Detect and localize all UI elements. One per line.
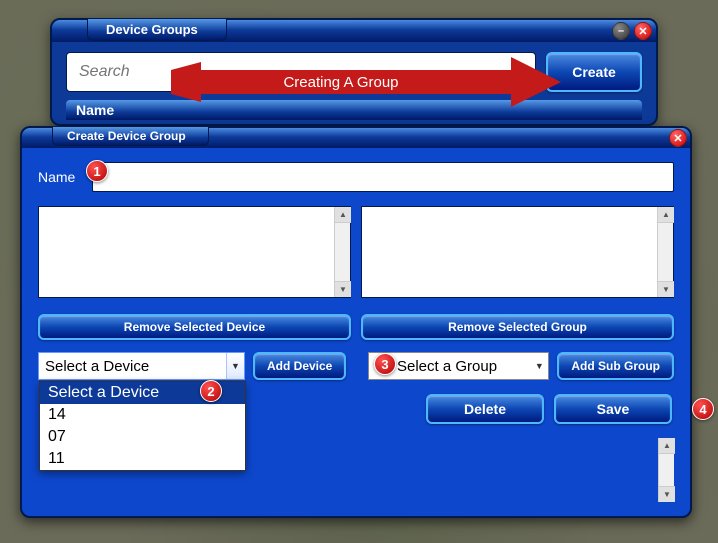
window-title: Create Device Group xyxy=(52,127,209,146)
close-button[interactable]: ✕ xyxy=(634,22,652,40)
chevron-down-icon: ▼ xyxy=(226,353,244,379)
add-device-button[interactable]: Add Device xyxy=(253,352,346,380)
create-button[interactable]: Create xyxy=(546,52,642,92)
remove-selected-device-button[interactable]: Remove Selected Device xyxy=(38,314,351,340)
device-select[interactable]: Select a Device ▼ Select a Device 14 07 … xyxy=(38,352,245,380)
search-input[interactable] xyxy=(66,52,536,92)
delete-button[interactable]: Delete xyxy=(426,394,544,424)
titlebar[interactable]: Device Groups – ✕ xyxy=(52,20,656,42)
scroll-up-icon[interactable]: ▲ xyxy=(658,207,674,223)
name-label: Name xyxy=(38,169,82,185)
add-sub-group-button[interactable]: Add Sub Group xyxy=(557,352,674,380)
scroll-up-icon[interactable]: ▲ xyxy=(659,438,675,454)
scroll-down-icon[interactable]: ▼ xyxy=(658,281,674,297)
device-select-value: Select a Device xyxy=(45,358,149,375)
callout-badge-3: 3 xyxy=(374,353,396,375)
dropdown-option[interactable]: 14 xyxy=(40,404,245,426)
group-select-value: Select a Group xyxy=(397,358,497,375)
window-controls: – ✕ xyxy=(612,22,652,40)
save-button[interactable]: Save xyxy=(554,394,672,424)
selected-devices-list[interactable]: ▲ ▼ xyxy=(38,206,351,298)
minimize-button[interactable]: – xyxy=(612,22,630,40)
window-title: Device Groups xyxy=(87,19,227,41)
chevron-down-icon: ▼ xyxy=(530,353,548,379)
titlebar[interactable]: Create Device Group ✕ xyxy=(22,128,690,148)
scroll-up-icon[interactable]: ▲ xyxy=(335,207,351,223)
scroll-down-icon[interactable]: ▼ xyxy=(335,281,351,297)
scrollbar[interactable]: ▲ ▼ xyxy=(334,207,350,297)
scrollbar[interactable]: ▲ ▼ xyxy=(658,438,674,502)
name-column-header: Name xyxy=(66,100,642,120)
close-button[interactable]: ✕ xyxy=(669,129,687,147)
remove-selected-group-button[interactable]: Remove Selected Group xyxy=(361,314,674,340)
create-device-group-window: Create Device Group ✕ Name ▲ ▼ ▲ ▼ xyxy=(20,126,692,518)
callout-badge-1: 1 xyxy=(86,160,108,182)
callout-badge-4: 4 xyxy=(692,398,714,420)
callout-badge-2: 2 xyxy=(200,380,222,402)
selected-groups-list[interactable]: ▲ ▼ xyxy=(361,206,674,298)
dropdown-option[interactable]: 11 xyxy=(40,448,245,470)
name-input[interactable] xyxy=(92,162,674,192)
scrollbar[interactable]: ▲ ▼ xyxy=(657,207,673,297)
scroll-down-icon[interactable]: ▼ xyxy=(659,486,675,502)
dropdown-option[interactable]: 07 xyxy=(40,426,245,448)
device-groups-window: Device Groups – ✕ Create Creating A Grou… xyxy=(50,18,658,126)
window-controls: ✕ xyxy=(669,129,687,147)
